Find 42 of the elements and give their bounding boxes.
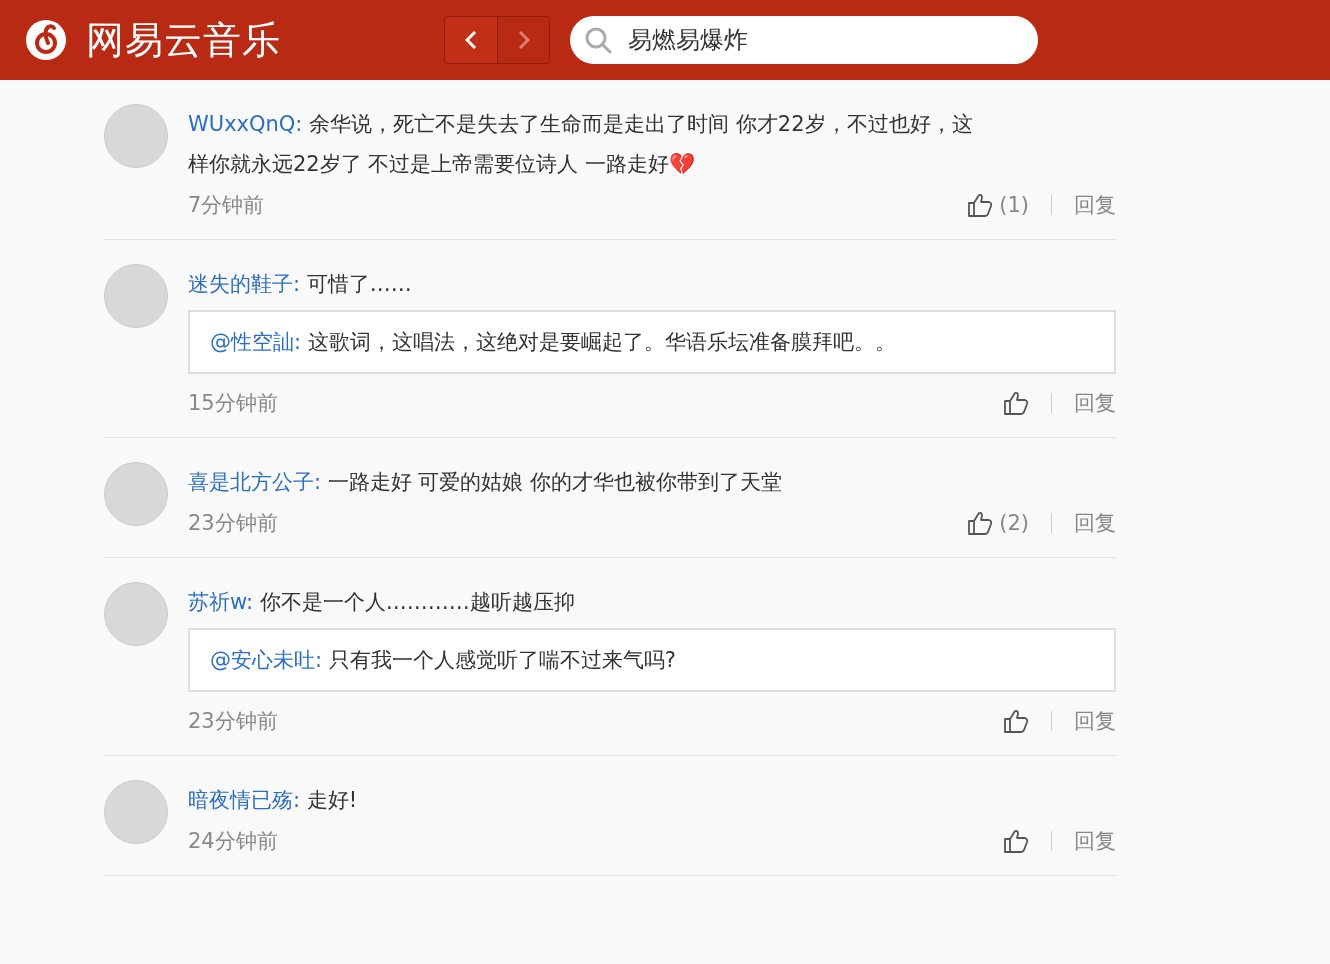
like-button[interactable] bbox=[1003, 708, 1029, 734]
search-field[interactable]: 易燃易爆炸 bbox=[570, 16, 1038, 64]
username-link[interactable]: WUxxQnQ: bbox=[188, 112, 303, 136]
logo-text: 网易云音乐 bbox=[86, 16, 281, 64]
reply-button[interactable]: 回复 bbox=[1074, 707, 1116, 735]
comment-time: 7分钟前 bbox=[188, 192, 265, 219]
search-input[interactable]: 易燃易爆炸 bbox=[626, 25, 1010, 55]
chevron-right-icon bbox=[517, 30, 530, 50]
like-button[interactable]: (1) bbox=[967, 192, 1029, 218]
reply-button[interactable]: 回复 bbox=[1074, 827, 1116, 855]
thumbs-up-icon bbox=[1003, 390, 1029, 416]
reply-button[interactable]: 回复 bbox=[1074, 191, 1116, 219]
quoted-text: @安心未吐: 只有我一个人感觉听了喘不过来气吗? bbox=[210, 647, 677, 674]
search-icon bbox=[584, 26, 612, 54]
username-link[interactable]: @性空訕: bbox=[210, 330, 302, 354]
comment-text: 迷失的鞋子: 可惜了…… bbox=[188, 271, 413, 298]
thumbs-up-icon bbox=[1003, 828, 1029, 854]
chevron-left-icon bbox=[465, 30, 477, 50]
comment-text: 暗夜情已殇: 走好! bbox=[188, 787, 359, 814]
thumbs-up-icon bbox=[1003, 708, 1029, 734]
comment-text: WUxxQnQ: 余华说，死亡不是失去了生命而是走出了时间 你才22岁，不过也好，这样你就永远22岁了 不过是上帝需要位诗人 一路走好💔 bbox=[188, 111, 974, 178]
thumbs-up-icon bbox=[967, 192, 994, 218]
comment-time: 15分钟前 bbox=[188, 390, 278, 417]
comment-time: 23分钟前 bbox=[188, 708, 278, 735]
reply-button[interactable]: 回复 bbox=[1074, 509, 1116, 537]
thumbs-up-icon bbox=[967, 510, 994, 536]
like-button[interactable] bbox=[1003, 390, 1029, 416]
like-button[interactable]: (2) bbox=[967, 510, 1029, 536]
comment-time: 24分钟前 bbox=[188, 828, 278, 855]
username-link[interactable]: 暗夜情已殇: bbox=[188, 788, 301, 812]
username-link[interactable]: 喜是北方公子: bbox=[188, 470, 322, 494]
comment-text: 苏祈w: 你不是一个人…………越听越压抑 bbox=[188, 589, 576, 616]
quoted-text: @性空訕: 这歌词，这唱法，这绝对是要崛起了。华语乐坛准备膜拜吧。。 bbox=[210, 329, 897, 356]
username-link[interactable]: 迷失的鞋子: bbox=[188, 272, 301, 296]
back-button[interactable] bbox=[445, 17, 497, 63]
reply-button[interactable]: 回复 bbox=[1074, 389, 1116, 417]
comment-text: 喜是北方公子: 一路走好 可爱的姑娘 你的才华也被你带到了天堂 bbox=[188, 469, 784, 496]
comment-time: 23分钟前 bbox=[188, 510, 278, 537]
like-button[interactable] bbox=[1003, 828, 1029, 854]
username-link[interactable]: 苏祈w: bbox=[188, 590, 254, 614]
username-link[interactable]: @安心未吐: bbox=[210, 648, 323, 672]
music-note-logo-icon bbox=[24, 18, 68, 62]
